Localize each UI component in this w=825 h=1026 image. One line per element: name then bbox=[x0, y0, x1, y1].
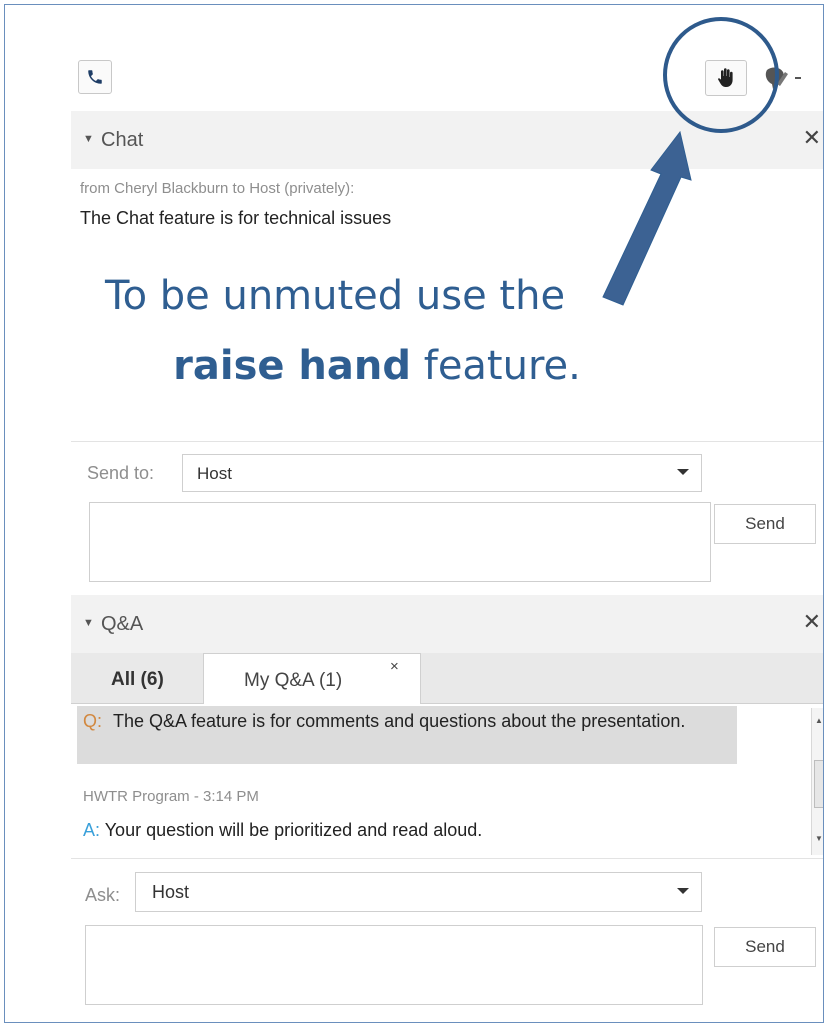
qa-ask-section bbox=[71, 858, 823, 859]
chevron-down-icon bbox=[677, 469, 689, 475]
qa-scrollbar[interactable]: ▲ ▼ bbox=[811, 708, 823, 855]
answer-meta: HWTR Program - 3:14 PM bbox=[83, 788, 259, 805]
scrollbar-thumb[interactable] bbox=[814, 760, 823, 808]
qa-header[interactable]: ▼ Q&A ✕ bbox=[71, 595, 823, 653]
qa-send-button[interactable]: Send bbox=[714, 927, 816, 967]
tab-my-qa[interactable]: My Q&A (1) × bbox=[203, 653, 421, 704]
send-to-label: Send to: bbox=[87, 463, 155, 483]
annotation-arrow bbox=[602, 130, 692, 306]
qa-close-icon[interactable]: ✕ bbox=[803, 609, 821, 635]
question-input[interactable] bbox=[85, 925, 703, 1005]
chat-message-input[interactable] bbox=[89, 502, 711, 582]
question-row: Q: The Q&A feature is for comments and q… bbox=[83, 708, 733, 735]
highlight-circle bbox=[663, 17, 779, 133]
question-prefix: Q: bbox=[83, 711, 103, 731]
send-to-dropdown[interactable]: Host bbox=[182, 454, 702, 492]
tab-my-qa-label: My Q&A (1) bbox=[244, 670, 343, 691]
collapse-caret-icon[interactable]: ▼ bbox=[83, 617, 94, 629]
qa-title: Q&A bbox=[101, 613, 144, 635]
answer-text: Your question will be prioritized and re… bbox=[104, 820, 483, 840]
webex-panel: ▼ Chat ✕ from Cheryl Blackburn to Host (… bbox=[4, 4, 824, 1023]
chevron-down-icon bbox=[677, 888, 689, 894]
answer-prefix: A: bbox=[83, 820, 101, 840]
tab-all[interactable]: All (6) bbox=[111, 669, 164, 691]
ask-value: Host bbox=[152, 882, 190, 902]
ask-dropdown[interactable]: Host bbox=[135, 872, 702, 912]
answer-row: A: Your question will be prioritized and… bbox=[83, 820, 482, 841]
ask-label: Ask: bbox=[85, 885, 121, 905]
qa-tab-strip bbox=[71, 653, 823, 704]
send-to-value: Host bbox=[197, 464, 232, 483]
tab-all-label: All (6) bbox=[111, 669, 164, 690]
chat-send-button[interactable]: Send bbox=[714, 504, 816, 544]
question-text: The Q&A feature is for comments and ques… bbox=[113, 711, 686, 731]
scroll-up-icon[interactable]: ▲ bbox=[815, 716, 823, 725]
scroll-down-icon[interactable]: ▼ bbox=[815, 834, 823, 843]
tab-close-icon[interactable]: × bbox=[390, 658, 399, 675]
